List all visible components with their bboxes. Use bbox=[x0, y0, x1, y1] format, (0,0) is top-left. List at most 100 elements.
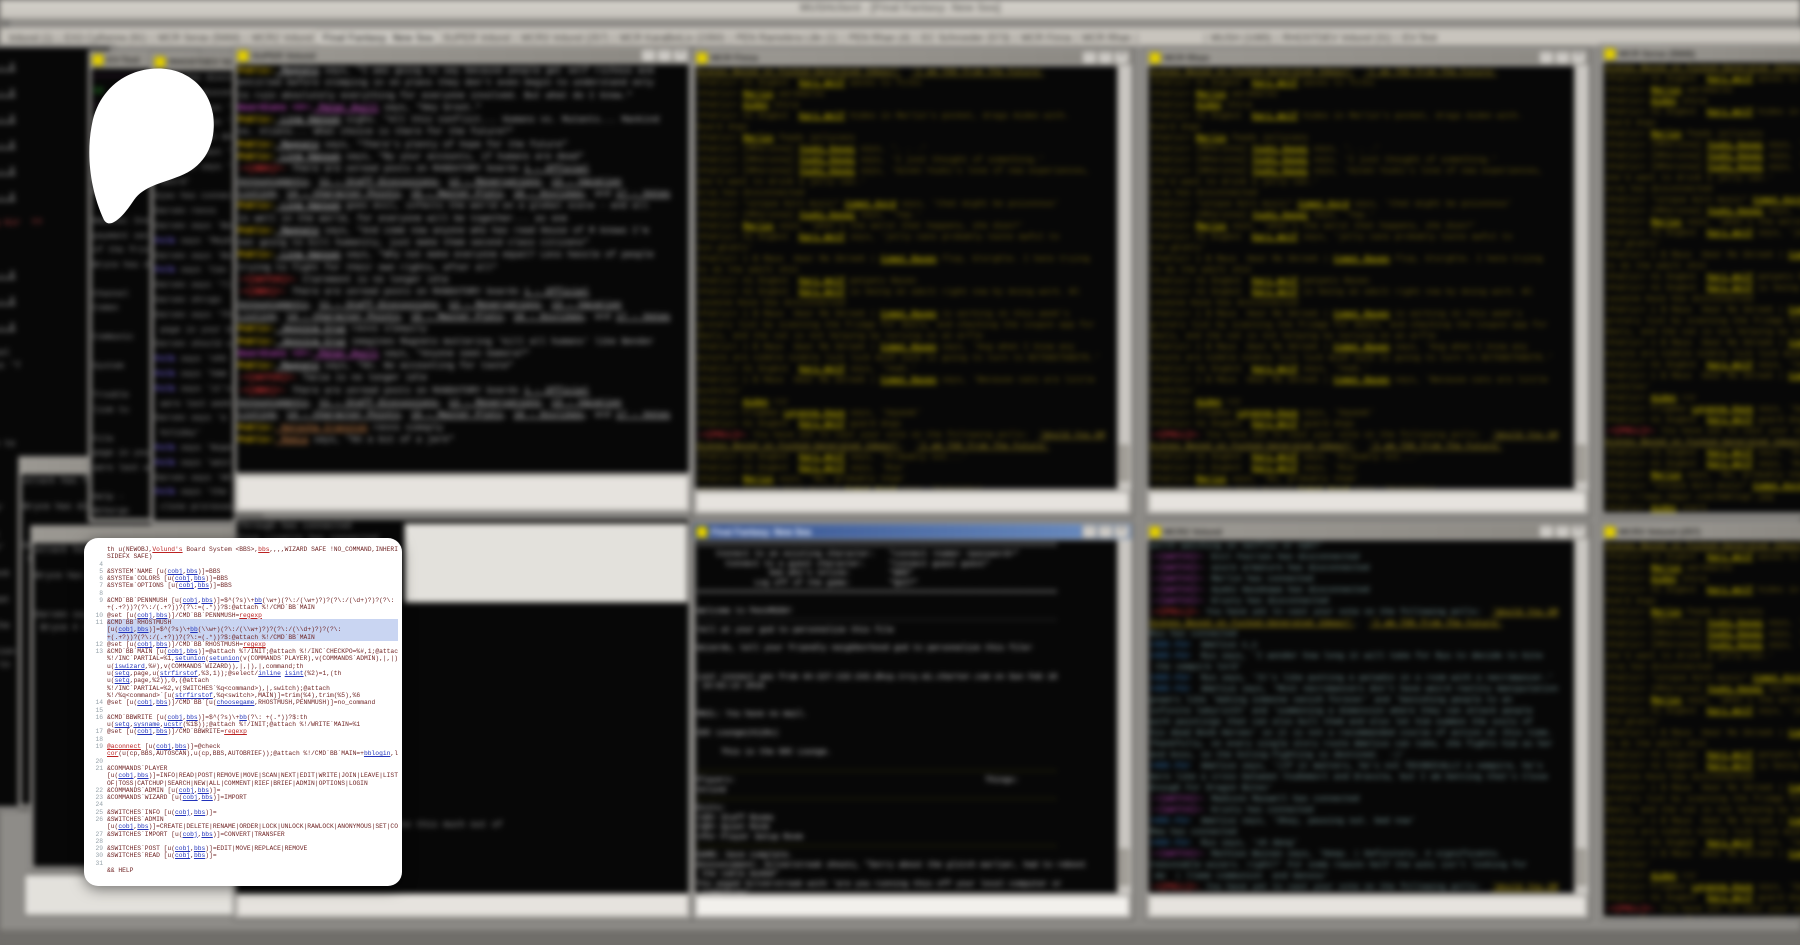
window-titlebar[interactable]: MCR Rhan — □ ✕ bbox=[1147, 50, 1588, 65]
session-tab[interactable]: PEN Ramelera Lilin (1) bbox=[732, 31, 842, 44]
session-tab[interactable]: MCR KaraBeiLix (2350) bbox=[615, 31, 729, 44]
session-tab[interactable]: SUPER Volund bbox=[438, 31, 514, 44]
code-line: SIDEFX SAFE) bbox=[86, 553, 398, 560]
code-text: &SYSTEm`COLORS [u(cobj,bbs)]=BBS bbox=[107, 575, 398, 582]
close-button[interactable]: ✕ bbox=[673, 49, 688, 62]
scrollbar[interactable] bbox=[1574, 66, 1587, 489]
window-titlebar[interactable]: MCR Seras (5666) bbox=[1602, 46, 1800, 61]
code-text: &SWITCHES`POST [u(cobj,bbs)]=EDIT|MOVE|R… bbox=[107, 845, 398, 852]
session-tab[interactable] bbox=[1138, 39, 1204, 41]
minimize-button[interactable]: — bbox=[1539, 51, 1554, 64]
code-text: %!/INC`PARTIAL=%1,setunion(setunion(v(CO… bbox=[107, 655, 398, 662]
terminal-line: <Public> Merlin says, 'what's the worst … bbox=[1605, 217, 1800, 228]
session-tab[interactable]: Volund (1) bbox=[4, 31, 58, 44]
session-tab[interactable]: RHOSTDEV Volund (31) bbox=[1278, 31, 1396, 44]
maximize-button[interactable]: □ bbox=[1098, 51, 1113, 64]
terminal-line: Log off of the game: "QUIT" bbox=[697, 579, 1115, 588]
session-tab[interactable]: PEN Rhan (4) bbox=[844, 31, 914, 44]
window-super-volund[interactable]: SUPER Volund — □ ✕ Public: Magneto says,… bbox=[233, 46, 692, 514]
window-titlebar[interactable]: Final Fantasy: New Sea — □ ✕ bbox=[694, 524, 1131, 539]
terminal-line: <Public> [MPersona] Yuuki Kasai says, '.… bbox=[697, 144, 1115, 155]
terminal-line: Announcements, 11 - Staff Discussions, 1… bbox=[238, 299, 687, 311]
window-mcr3-volund[interactable]: MCR3 Volund (257) Scenes Based on Fucked… bbox=[1600, 522, 1800, 920]
maximize-button[interactable]: □ bbox=[1555, 525, 1570, 538]
close-button[interactable]: ✕ bbox=[1571, 51, 1586, 64]
scrollbar[interactable] bbox=[1117, 540, 1130, 893]
session-tab[interactable]: MUSH (1085) bbox=[1207, 31, 1276, 44]
minimize-button[interactable]: — bbox=[1082, 525, 1097, 538]
window-titlebar[interactable]: MCR2 Volund — □ ✕ bbox=[1147, 524, 1588, 539]
code-text: %!/INC`PARTIAL=%2,v(SWITCHES`%q<command>… bbox=[107, 685, 398, 692]
command-input[interactable] bbox=[1148, 491, 1587, 513]
scrollbar[interactable] bbox=[1574, 540, 1587, 893]
terminal-line: is well in the world, for everyone will … bbox=[238, 213, 687, 225]
session-tab[interactable]: MCR2 Volund bbox=[248, 31, 318, 44]
command-input[interactable] bbox=[695, 491, 1130, 513]
app-titlebar[interactable]: MUSHclient - [Final Fantasy: New Sea] bbox=[0, 0, 1800, 19]
window-titlebar[interactable]: MCR Finna — □ ✕ bbox=[694, 50, 1131, 65]
terminal-line: <Public> Merlin feeds jellycans bbox=[1150, 133, 1572, 144]
terminal-output: Scenes Based on Fucked-Generated Ideas?'… bbox=[1603, 540, 1800, 917]
session-tab[interactable]: EX3 Cytherea (91) bbox=[60, 31, 151, 44]
terminal-line: <Public> Aiden ror bbox=[1605, 871, 1800, 882]
line-number: 7 bbox=[86, 582, 107, 589]
terminal-line: <Public> #1 Dogbot Kari Wolf says, 'Prob… bbox=[697, 452, 1115, 463]
window-titlebar[interactable]: MCR3 Volund (257) bbox=[1602, 524, 1800, 539]
window-title: MCR2 Volund bbox=[1164, 527, 1222, 537]
session-tab[interactable]: MCR Rhan bbox=[1078, 31, 1135, 44]
terminal-line: ========================================… bbox=[697, 588, 1115, 597]
code-text: @set [u(cobj,bbs)]/CMD`BB`PENNMUSH=regex… bbox=[107, 612, 398, 619]
window-mcr-seras[interactable]: MCR Seras (5666) Scenes Based on Fucked-… bbox=[1600, 44, 1800, 516]
code-line: OF|TOSS|CATCHUP|SEARCH|NEW|ALL|COMMENT|R… bbox=[86, 780, 398, 787]
terminal-line: <Public> #1 Dogbot Kari Wolf waves to fo… bbox=[697, 78, 1115, 89]
session-tab[interactable]: Final Fantasy: New Sea bbox=[317, 30, 438, 44]
terminal-line: <Public> #1 Dogbot Kari Wolf petpets Rav… bbox=[1150, 276, 1572, 287]
terminal-line: ----------------------------------------… bbox=[697, 767, 1115, 776]
command-input[interactable] bbox=[695, 895, 1130, 917]
close-button[interactable]: ✕ bbox=[1571, 525, 1586, 538]
minimize-button[interactable]: — bbox=[1082, 51, 1097, 64]
world-icon bbox=[237, 50, 249, 62]
close-button[interactable]: ✕ bbox=[1114, 51, 1129, 64]
command-input[interactable] bbox=[1148, 895, 1587, 917]
session-tab[interactable]: EV-Test bbox=[1399, 31, 1441, 44]
session-tab[interactable]: MCR3 Volund (257) bbox=[517, 31, 613, 44]
terminal-line: <OOC-FU> Ryu says, 'I wonder how long it… bbox=[1150, 651, 1572, 662]
window-titlebar[interactable]: SUPER Volund — □ ✕ bbox=[235, 48, 690, 63]
command-input[interactable] bbox=[236, 893, 689, 917]
maximize-button[interactable]: □ bbox=[657, 49, 672, 62]
session-tab[interactable]: MCR Finna bbox=[1017, 31, 1076, 44]
line-number bbox=[86, 772, 107, 779]
terminal-line: <OOC-FU> Amelius o_o bbox=[1150, 640, 1572, 651]
terminal-line: Mew has connected bbox=[1150, 827, 1572, 838]
terminal-line: Scenes Based on Fucked-Generated Ideas?'… bbox=[1605, 915, 1800, 917]
terminal-line: Listing, 14 - Character Points, 15 - Mas… bbox=[238, 188, 687, 200]
session-tabbar[interactable]: Volund (1)|EX3 Cytherea (91)|MCR Seras (… bbox=[0, 28, 1800, 46]
terminal-line: ----------------------------------------… bbox=[697, 616, 1115, 625]
session-tab[interactable]: MCR Seras (5666) bbox=[154, 31, 245, 44]
code-text: &SWITCHES`READ [u(cobj,bbs)]= bbox=[107, 852, 398, 859]
window-mcr-finna[interactable]: MCR Finna — □ ✕ Scenes Based on Fucked-G… bbox=[692, 48, 1133, 516]
terminal-line: -<[BBS]>- There are unread posts on MAND… bbox=[238, 286, 687, 298]
terminal-line: Public: Natasha Cranston revvs simoply bbox=[238, 422, 687, 434]
window-mcr-rhan[interactable]: MCR Rhan — □ ✕ Scenes Based on Fucked-Ge… bbox=[1145, 48, 1590, 516]
command-input[interactable] bbox=[236, 475, 689, 511]
terminal-line: grocery list by scanning the fridge for … bbox=[697, 320, 1115, 331]
minimize-button[interactable]: — bbox=[641, 49, 656, 62]
close-button[interactable]: ✕ bbox=[1114, 525, 1129, 538]
session-tab[interactable]: EC Schroeder (573) bbox=[917, 31, 1014, 44]
maximize-button[interactable]: □ bbox=[1555, 51, 1570, 64]
maximize-button[interactable]: □ bbox=[1098, 525, 1113, 538]
terminal-line: <OOC-FU> Amelius says, 'Okay, pausing ou… bbox=[1150, 816, 1572, 827]
scrollbar[interactable] bbox=[1117, 66, 1130, 489]
window-final-fantasy[interactable]: Final Fantasy: New Sea — □ ✕ ===========… bbox=[692, 522, 1133, 920]
terminal-line: <Public> *unique born music* Comet Kord … bbox=[1605, 481, 1800, 492]
code-line: 16&CMD`BBWRITE [u(cobj,bbs)]=$^(?s)\+bb(… bbox=[86, 714, 398, 721]
terminal-line: Leyanne Kaze has disconnected bbox=[1150, 298, 1572, 309]
terminal-line bbox=[697, 654, 1115, 663]
terminal-line: -<[WATCH]>- Tacia is no longer idle bbox=[238, 372, 687, 384]
minimize-button[interactable]: — bbox=[1539, 525, 1554, 538]
code-text: OF|TOSS|CATCHUP|SEARCH|NEW|ALL|COMMENT|R… bbox=[107, 780, 398, 787]
window-mcr2-volund[interactable]: MCR2 Volund — □ ✕ worth watching on netf… bbox=[1145, 522, 1590, 920]
terminal-line: <Public> Merlin says, 'No, probably them… bbox=[1150, 474, 1572, 485]
